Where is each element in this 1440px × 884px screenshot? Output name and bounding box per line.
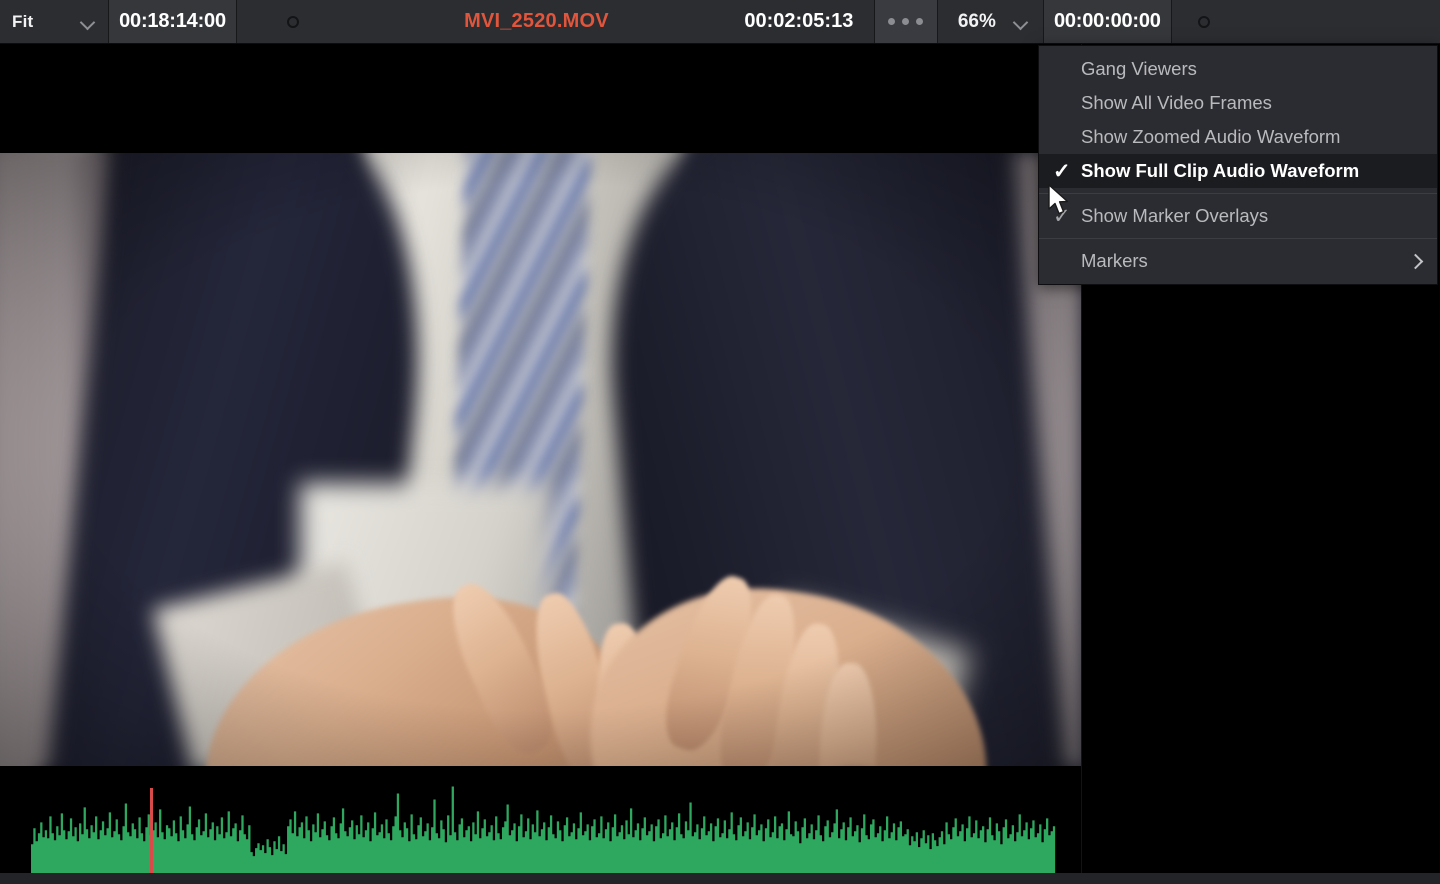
viewer-window: Fit 00:18:14:00 MVI_2520.MOV 00:02:05:13… — [0, 0, 1440, 884]
clip-name-label: MVI_2520.MOV — [464, 10, 609, 32]
record-timecode-field[interactable]: 00:00:00:00 — [1043, 0, 1171, 43]
zoom-level-label: 66% — [957, 10, 996, 32]
chevron-right-icon — [1409, 254, 1423, 268]
viewer-toolbar: Fit 00:18:14:00 MVI_2520.MOV 00:02:05:13… — [0, 0, 1440, 44]
clip-name: MVI_2520.MOV — [349, 0, 724, 43]
right-marker-button[interactable] — [1172, 0, 1440, 43]
circle-outline-icon — [287, 15, 299, 28]
video-viewer[interactable] — [0, 44, 1081, 766]
menu-item-label: Show All Video Frames — [1081, 92, 1272, 113]
menu-item-show-full-clip-audio-waveform[interactable]: ✓ Show Full Clip Audio Waveform — [1039, 154, 1437, 188]
circle-outline-icon — [1197, 15, 1210, 28]
menu-item-label: Show Zoomed Audio Waveform — [1081, 126, 1341, 147]
ellipsis-icon — [888, 18, 896, 25]
letterbox-top — [0, 44, 1081, 153]
menu-item-label: Markers — [1081, 250, 1148, 271]
menu-item-markers[interactable]: Markers — [1039, 244, 1437, 278]
menu-item-show-marker-overlays[interactable]: ✓ Show Marker Overlays — [1039, 199, 1437, 233]
zoom-fit-dropdown[interactable]: Fit — [0, 0, 108, 43]
frame-vignette — [0, 153, 1081, 766]
mouse-cursor — [1048, 184, 1069, 215]
waveform-path — [31, 786, 1056, 874]
audio-waveform-panel[interactable] — [0, 766, 1081, 884]
menu-item-label: Show Marker Overlays — [1081, 205, 1269, 226]
menu-item-gang-viewers[interactable]: Gang Viewers — [1039, 52, 1437, 86]
video-frame — [0, 153, 1081, 766]
source-timecode-field[interactable]: 00:18:14:00 — [109, 0, 236, 43]
menu-item-show-all-video-frames[interactable]: Show All Video Frames — [1039, 86, 1437, 120]
left-marker-button[interactable] — [237, 0, 349, 43]
checkmark-icon: ✓ — [1053, 159, 1071, 183]
waveform-right-background — [1081, 766, 1440, 884]
zoom-level-dropdown[interactable]: 66% — [938, 0, 1043, 43]
menu-separator — [1039, 193, 1437, 194]
record-timecode-value: 00:00:00:00 — [1053, 10, 1161, 32]
chevron-down-icon — [1013, 14, 1029, 30]
audio-waveform — [31, 786, 1056, 874]
menu-item-label: Gang Viewers — [1081, 58, 1197, 79]
ellipsis-icon — [902, 18, 910, 25]
menu-item-show-zoomed-audio-waveform[interactable]: Show Zoomed Audio Waveform — [1039, 120, 1437, 154]
bottom-strip — [0, 873, 1440, 884]
options-menu-button[interactable] — [874, 0, 937, 43]
playhead-marker[interactable] — [149, 788, 153, 884]
menu-item-label: Show Full Clip Audio Waveform — [1081, 160, 1360, 181]
duration-timecode-value: 00:02:05:13 — [744, 10, 854, 32]
viewer-options-menu[interactable]: Gang Viewers Show All Video Frames Show Zo… — [1038, 45, 1438, 285]
zoom-fit-label: Fit — [12, 11, 34, 31]
duration-timecode: 00:02:05:13 — [724, 0, 874, 43]
chevron-down-icon — [80, 14, 96, 30]
ellipsis-icon — [916, 18, 924, 25]
menu-separator — [1039, 238, 1437, 239]
source-timecode-value: 00:18:14:00 — [119, 10, 226, 32]
